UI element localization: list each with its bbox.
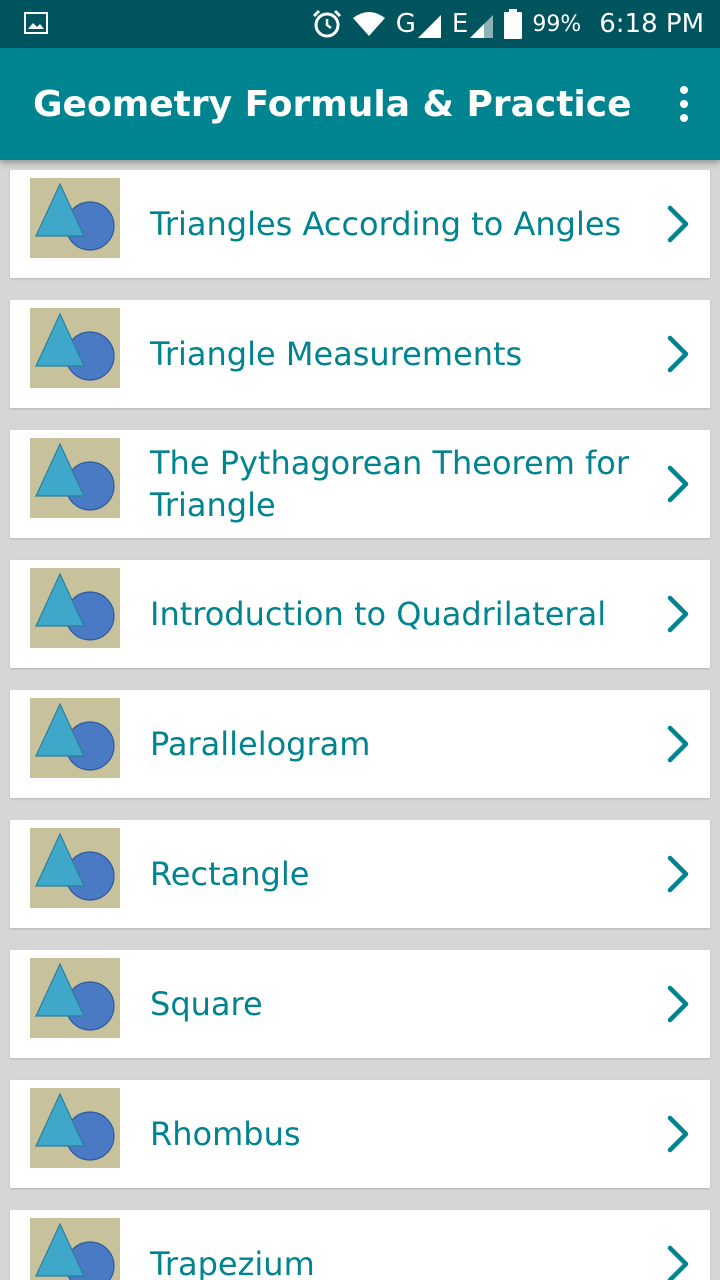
geometry-shapes-thumbnail	[30, 828, 120, 908]
clock: 6:18 PM	[599, 9, 704, 39]
app-bar: Geometry Formula & Practice	[0, 48, 720, 160]
status-right: G E 99% 6:18 PM	[312, 0, 704, 48]
overflow-menu-button[interactable]	[676, 86, 692, 122]
chevron-right-icon	[667, 465, 689, 503]
chevron-right-icon	[667, 725, 689, 763]
cell-signal-icon	[417, 15, 441, 38]
list-item-label: Rhombus	[150, 1115, 301, 1153]
network-type-g: G	[395, 9, 416, 39]
geometry-shapes-thumbnail	[30, 568, 120, 648]
list-item-label: Triangle Measurements	[150, 335, 523, 373]
list-item-label: Parallelogram	[150, 725, 371, 763]
geometry-shapes-thumbnail	[30, 1088, 120, 1168]
chevron-right-icon	[667, 1245, 689, 1280]
list-item[interactable]: Introduction to Quadrilateral	[10, 560, 710, 668]
network-type-e: E	[451, 9, 469, 39]
battery-icon	[504, 9, 523, 39]
battery-percent: 99%	[532, 11, 582, 37]
list-item-label: Rectangle	[150, 855, 310, 893]
list-item[interactable]: Parallelogram	[10, 690, 710, 798]
geometry-shapes-thumbnail	[30, 178, 120, 258]
list-item[interactable]: The Pythagorean Theorem for Triangle	[10, 430, 710, 538]
status-bar: G E 99% 6:18 PM	[0, 0, 720, 48]
geometry-shapes-thumbnail	[30, 698, 120, 778]
list-item-label: Introduction to Quadrilateral	[150, 595, 607, 633]
list-item-label: Square	[150, 985, 263, 1023]
status-left	[24, 12, 48, 38]
topic-list[interactable]: Triangles According to Angles Triangle Me…	[0, 160, 720, 1280]
geometry-shapes-thumbnail	[30, 308, 120, 388]
chevron-right-icon	[667, 205, 689, 243]
list-item[interactable]: Triangle Measurements	[10, 300, 710, 408]
chevron-right-icon	[667, 335, 689, 373]
geometry-shapes-thumbnail	[30, 1218, 120, 1280]
list-item[interactable]: Square	[10, 950, 710, 1058]
chevron-right-icon	[667, 855, 689, 893]
chevron-right-icon	[667, 595, 689, 633]
list-item[interactable]: Rectangle	[10, 820, 710, 928]
list-item[interactable]: Triangles According to Angles	[10, 170, 710, 278]
gallery-notification-icon	[24, 12, 48, 34]
list-item[interactable]: Trapezium	[10, 1210, 710, 1280]
overflow-dot	[680, 100, 688, 108]
geometry-shapes-thumbnail	[30, 958, 120, 1038]
alarm-icon	[312, 9, 341, 38]
chevron-right-icon	[667, 1115, 689, 1153]
list-item-label: Trapezium	[150, 1245, 315, 1280]
overflow-dot	[680, 114, 688, 122]
app-title: Geometry Formula & Practice	[33, 84, 632, 125]
cell-signal-icon-2	[470, 15, 494, 38]
list-item[interactable]: Rhombus	[10, 1080, 710, 1188]
wifi-icon	[352, 12, 385, 36]
list-item-label: The Pythagorean Theorem for Triangle	[150, 444, 630, 524]
chevron-right-icon	[667, 985, 689, 1023]
list-item-label: Triangles According to Angles	[150, 205, 622, 243]
overflow-dot	[680, 86, 688, 94]
geometry-shapes-thumbnail	[30, 438, 120, 518]
